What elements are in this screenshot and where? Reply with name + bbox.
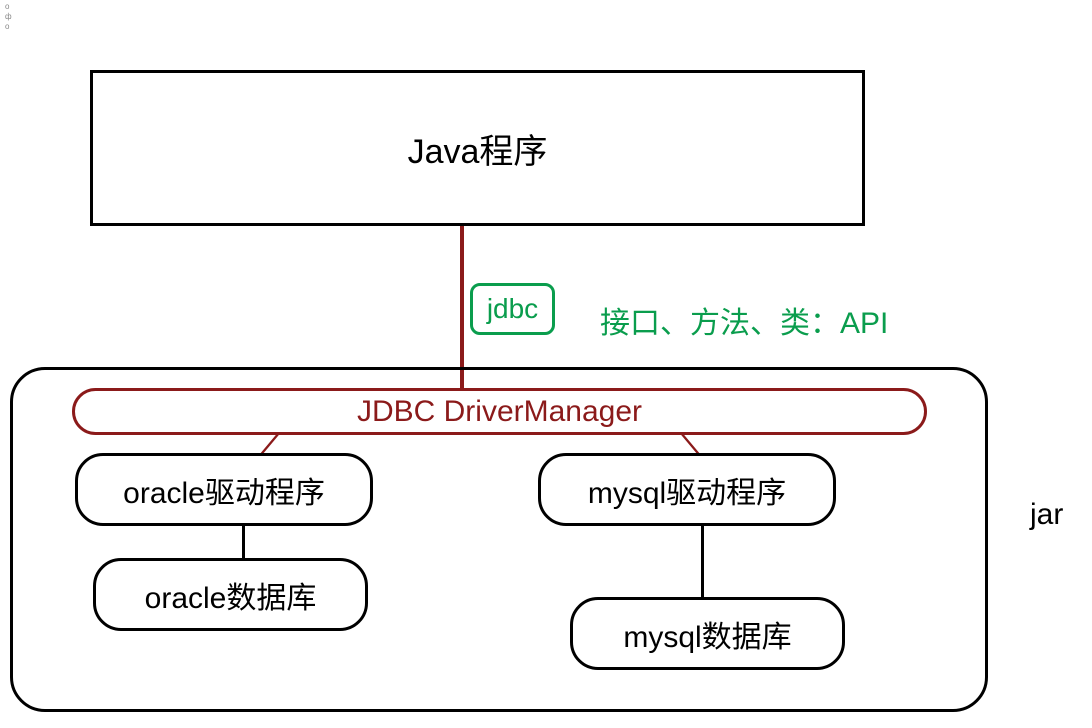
oracle-driver-box: oracle驱动程序 xyxy=(75,453,373,526)
mysql-database-label: mysql数据库 xyxy=(623,612,791,656)
gutter-mark: o xyxy=(5,2,12,12)
jdbc-driver-manager-label: JDBC DriverManager xyxy=(357,395,642,429)
connector-oracle-driver-to-db xyxy=(242,526,245,561)
jdbc-description: 接口、方法、类：API xyxy=(600,298,888,342)
java-program-label: Java程序 xyxy=(408,124,548,173)
oracle-database-box: oracle数据库 xyxy=(93,558,368,631)
jdbc-tag-box: jdbc xyxy=(470,283,555,335)
oracle-driver-label: oracle驱动程序 xyxy=(123,468,325,512)
connector-mysql-driver-to-db xyxy=(701,526,704,599)
oracle-database-label: oracle数据库 xyxy=(145,573,317,617)
java-program-box: Java程序 xyxy=(90,70,865,226)
mysql-database-box: mysql数据库 xyxy=(570,597,845,670)
jdbc-driver-manager-box: JDBC DriverManager xyxy=(72,388,927,435)
jdbc-tag-label: jdbc xyxy=(487,293,538,325)
gutter-mark: ф xyxy=(5,12,12,22)
gutter-mark: o xyxy=(5,22,12,32)
mysql-driver-box: mysql驱动程序 xyxy=(538,453,836,526)
mysql-driver-label: mysql驱动程序 xyxy=(588,468,786,512)
diagram-root: o ф o Java程序 jdbc 接口、方法、类：API JDBC Drive… xyxy=(0,0,1092,728)
editor-gutter-marks: o ф o xyxy=(5,2,12,32)
jar-side-label: jar xyxy=(1030,498,1063,532)
